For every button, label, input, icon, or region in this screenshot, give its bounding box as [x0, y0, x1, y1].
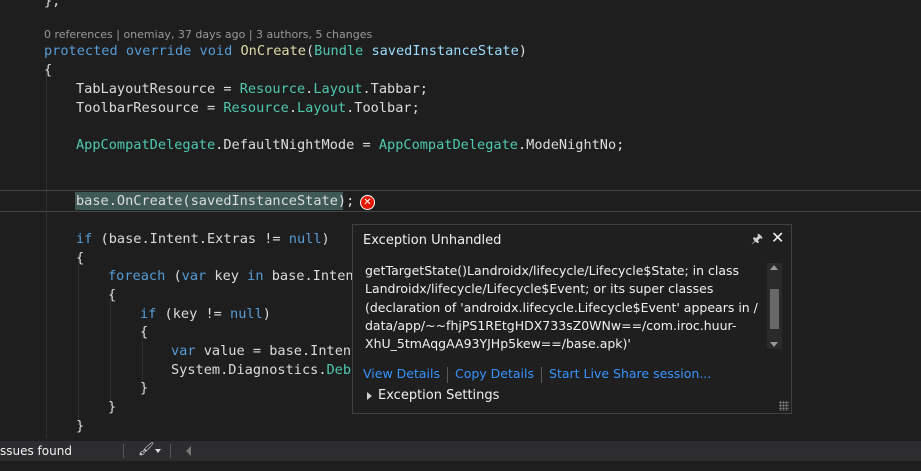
- keyword: protected: [44, 43, 118, 59]
- code-line: {: [76, 250, 85, 266]
- code-line: if (key != null): [140, 305, 271, 323]
- code-line: }: [140, 380, 149, 396]
- code-line: {: [140, 324, 149, 340]
- exception-settings-toggle[interactable]: Exception Settings: [367, 388, 499, 403]
- code-line: AppCompatDelegate.DefaultNightMode = App…: [76, 136, 624, 154]
- issues-status[interactable]: ssues found: [0, 444, 72, 458]
- message-line: data/app/~~fhjPS1REtgHDX733sZ0WNw==/com.…: [365, 317, 737, 333]
- close-icon[interactable]: ✕: [771, 228, 784, 247]
- code-line: var value = base.Intent: [171, 342, 359, 360]
- type-name: Bundle: [314, 43, 364, 59]
- code-line: ToolbarResource = Resource.Layout.Toolba…: [76, 99, 420, 117]
- message-line: (declaration of 'androidx.lifecycle.Life…: [365, 299, 758, 315]
- code-line: TabLayoutResource = Resource.Layout.Tabb…: [76, 80, 428, 98]
- keyword: in: [247, 268, 264, 284]
- code-text: System.Diagnostics.: [171, 362, 327, 378]
- code-text: (base.Intent.Extras !=: [92, 231, 289, 247]
- method-name: OnCreate: [240, 43, 306, 59]
- divider: [541, 366, 543, 383]
- keyword: if: [76, 231, 93, 247]
- type-name: Layout: [313, 81, 363, 97]
- popup-title: Exception Unhandled: [363, 233, 502, 248]
- message-line: XhU_5tmAqgAA93YJHp5kew==/base.apk)': [365, 336, 631, 352]
- live-share-link[interactable]: Start Live Share session...: [549, 366, 711, 381]
- horizontal-scrollbar[interactable]: [0, 461, 921, 471]
- divider: [170, 444, 171, 458]
- divider: [446, 366, 448, 383]
- view-details-link[interactable]: View Details: [363, 366, 440, 381]
- pin-icon[interactable]: 🖈: [751, 230, 763, 252]
- expand-arrow-icon: [367, 391, 372, 400]
- param-name: savedInstanceState: [371, 43, 519, 59]
- punct: ): [321, 231, 330, 247]
- punct: (: [305, 43, 315, 59]
- message-scrollbar[interactable]: [767, 263, 782, 349]
- brush-icon[interactable]: 🖌: [138, 442, 155, 457]
- scroll-up-arrow-icon[interactable]: [770, 265, 778, 270]
- indent-guide: [78, 255, 79, 425]
- code-text: Tabbar: [370, 81, 420, 97]
- code-text: key: [206, 268, 248, 284]
- code-text: value = base.Intent: [195, 343, 360, 359]
- resize-grip-icon[interactable]: [779, 401, 789, 411]
- status-bar: ssues found 🖌: [0, 441, 921, 461]
- message-line: getTargetState()Landroidx/lifecycle/Life…: [365, 263, 740, 278]
- code-line: {: [44, 62, 53, 78]
- code-line: {: [108, 287, 117, 303]
- keyword: null: [230, 306, 263, 322]
- punct: ;: [419, 81, 428, 97]
- type-name: AppCompatDelegate: [76, 137, 216, 153]
- code-text: .DefaultNightMode =: [215, 137, 379, 153]
- indent-guide: [110, 292, 111, 407]
- scrollbar-thumb[interactable]: [770, 289, 779, 329]
- code-line: System.Diagnostics.Debu: [171, 361, 359, 379]
- code-text: ToolbarResource =: [76, 100, 224, 116]
- scroll-down-arrow-icon[interactable]: [770, 342, 778, 347]
- code-line: }: [108, 399, 117, 415]
- code-line: foreach (var key in base.Intent: [108, 267, 362, 285]
- code-editor[interactable]: }; 0 references | onemiay, 37 days ago |…: [0, 0, 921, 441]
- type-name: Resource: [239, 81, 306, 97]
- keyword: foreach: [108, 268, 166, 284]
- punct: .: [362, 81, 371, 97]
- codelens-info[interactable]: 0 references | onemiay, 37 days ago | 3 …: [44, 28, 372, 41]
- code-line: };: [44, 0, 61, 9]
- punct: ;: [411, 100, 420, 116]
- method-signature-line: protected override void OnCreate(Bundle …: [44, 42, 527, 60]
- exception-message: getTargetState()Landroidx/lifecycle/Life…: [365, 262, 758, 353]
- keyword: null: [288, 231, 322, 247]
- code-line: }: [76, 418, 85, 434]
- popup-links: View Details Copy Details Start Live Share…: [363, 365, 711, 383]
- scroll-left-icon[interactable]: [186, 446, 191, 456]
- current-code-line[interactable]: base.OnCreate(savedInstanceState);: [76, 192, 354, 210]
- type-name: Layout: [297, 100, 347, 116]
- keyword: if: [140, 306, 157, 322]
- code-text: (key !=: [156, 306, 231, 322]
- message-line: Landroidx/lifecycle/Lifecycle$Event; or …: [365, 281, 714, 297]
- indent-guide: [46, 68, 47, 438]
- punct: .: [288, 100, 297, 116]
- punct: (: [165, 268, 182, 284]
- divider: [123, 444, 124, 458]
- code-text: base.Intent: [263, 268, 362, 284]
- exception-settings-label: Exception Settings: [378, 388, 500, 403]
- keyword: override: [125, 43, 192, 59]
- type-name: Resource: [223, 100, 289, 116]
- punct: ): [262, 306, 271, 322]
- code-text: Toolbar: [354, 100, 412, 116]
- chevron-down-icon[interactable]: [155, 449, 161, 453]
- error-icon[interactable]: ✕: [360, 195, 375, 210]
- code-text: TabLayoutResource =: [76, 81, 240, 97]
- code-text: .ModeNightNo;: [517, 137, 625, 153]
- keyword: void: [199, 43, 233, 59]
- type-name: AppCompatDelegate: [378, 137, 518, 153]
- keyword: var: [181, 268, 207, 284]
- copy-details-link[interactable]: Copy Details: [455, 366, 534, 381]
- punct: ): [518, 43, 527, 59]
- exception-popup: Exception Unhandled 🖈 ✕ getTargetState()…: [352, 224, 792, 414]
- keyword: var: [171, 343, 196, 359]
- code-line: if (base.Intent.Extras != null): [76, 230, 330, 248]
